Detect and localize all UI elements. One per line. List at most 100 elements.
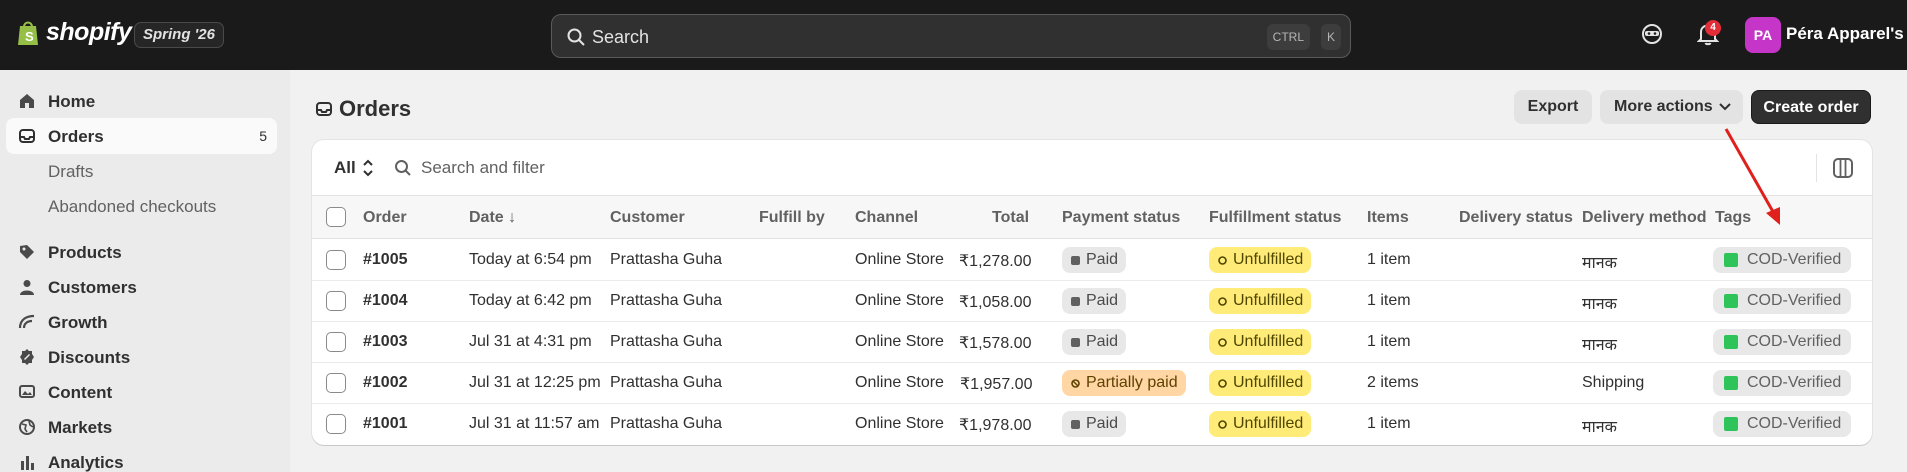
unfulfilled-ring-icon: [1218, 297, 1227, 306]
search-and-filter-input[interactable]: Search and filter: [421, 158, 545, 178]
search-placeholder: Search: [592, 27, 650, 47]
sidebar-item-content[interactable]: Content: [6, 374, 277, 410]
sidebar-item-label: Content: [48, 383, 113, 402]
orders-icon: [19, 129, 35, 143]
order-date: Jul 31 at 4:31 pm: [469, 333, 592, 350]
table-row[interactable]: #1002 Jul 31 at 12:25 pm Prattasha Guha …: [312, 363, 1872, 404]
unfulfilled-ring-icon: [1218, 420, 1227, 429]
payment-status-badge: Paid: [1062, 247, 1127, 273]
orders-table-card: All Search and filter Order Date ↓ Custo…: [312, 140, 1872, 445]
notification-count-badge: 4: [1705, 20, 1721, 36]
fulfillment-status-text: Unfulfilled: [1233, 251, 1304, 268]
table-row[interactable]: #1001 Jul 31 at 11:57 am Prattasha Guha …: [312, 404, 1872, 445]
analytics-icon: [21, 456, 34, 470]
column-channel[interactable]: Channel: [855, 209, 918, 227]
sidebar-item-orders[interactable]: Orders 5: [6, 118, 277, 154]
delivery-method: मानक: [1582, 255, 1617, 272]
row-checkbox[interactable]: [326, 373, 346, 393]
sidebar-item-products[interactable]: Products: [6, 234, 277, 270]
sort-updown-icon[interactable]: [362, 158, 374, 178]
channel: Online Store: [855, 374, 944, 391]
sidebar-item-label: Markets: [48, 418, 113, 437]
order-date: Jul 31 at 11:57 am: [469, 415, 600, 432]
order-number[interactable]: #1004: [363, 292, 408, 310]
sidebar-item-home[interactable]: Home: [6, 83, 277, 119]
row-checkbox[interactable]: [326, 250, 346, 270]
payment-status-badge: Paid: [1062, 288, 1127, 314]
sidebar-item-abandoned-checkouts[interactable]: Abandoned checkouts: [6, 188, 277, 224]
row-checkbox[interactable]: [326, 291, 346, 311]
sidebar-item-customers[interactable]: Customers: [6, 269, 277, 305]
order-number[interactable]: #1001: [363, 415, 408, 433]
person-icon: [20, 280, 34, 295]
column-payment-status[interactable]: Payment status: [1062, 209, 1180, 227]
sidebar-item-label: Home: [48, 92, 96, 111]
column-total[interactable]: Total: [992, 209, 1029, 227]
order-total: ₹1,578.00: [959, 335, 1032, 352]
columns-icon[interactable]: [1832, 157, 1854, 179]
annotation-arrow: [1724, 128, 1780, 225]
shortcut-ctrl-key: CTRL: [1266, 24, 1310, 50]
tag-badge: COD-Verified: [1713, 329, 1852, 355]
payment-status-badge: Partially paid: [1062, 370, 1186, 396]
divider: [1816, 154, 1817, 182]
avatar[interactable]: PA: [1745, 17, 1781, 53]
paid-dot-icon: [1071, 297, 1080, 306]
sidebar-item-analytics[interactable]: Analytics: [6, 444, 277, 472]
fulfillment-status-badge: Unfulfilled: [1209, 411, 1312, 437]
row-checkbox[interactable]: [326, 332, 346, 352]
order-number[interactable]: #1003: [363, 333, 408, 351]
sidebar-item-markets[interactable]: Markets: [6, 409, 277, 445]
payment-status-text: Paid: [1086, 333, 1119, 350]
customer-name: Prattasha Guha: [610, 292, 723, 309]
order-number[interactable]: #1005: [363, 251, 408, 269]
customer-name: Prattasha Guha: [610, 374, 723, 391]
tag-badge: COD-Verified: [1713, 411, 1852, 437]
fulfillment-status-text: Unfulfilled: [1233, 333, 1304, 350]
export-button[interactable]: Export: [1514, 90, 1592, 124]
view-selector[interactable]: All: [334, 158, 356, 178]
sidebar-item-growth[interactable]: Growth: [6, 304, 277, 340]
tag-text: COD-Verified: [1747, 333, 1842, 350]
fulfillment-status-text: Unfulfilled: [1233, 292, 1304, 309]
tag-badge: COD-Verified: [1713, 370, 1852, 396]
column-delivery-status[interactable]: Delivery status: [1459, 209, 1573, 227]
column-items[interactable]: Items: [1367, 209, 1409, 227]
sidekick-icon[interactable]: [1640, 22, 1664, 46]
orders-icon: [316, 102, 332, 116]
shopify-logo[interactable]: S shopify: [16, 18, 132, 47]
chevron-down-icon: [1719, 103, 1731, 111]
create-order-button[interactable]: Create order: [1751, 90, 1871, 124]
select-all-checkbox[interactable]: [326, 207, 346, 227]
store-name[interactable]: Péra Apparel's: [1786, 24, 1904, 44]
sidebar-item-label: Orders: [48, 127, 104, 146]
globe-icon: [19, 419, 35, 435]
item-count: 1 item: [1367, 333, 1411, 350]
column-order[interactable]: Order: [363, 209, 407, 227]
customer-name: Prattasha Guha: [610, 415, 723, 432]
table-row[interactable]: #1003 Jul 31 at 4:31 pm Prattasha Guha O…: [312, 322, 1872, 363]
partially-paid-icon: [1071, 379, 1080, 388]
more-actions-button[interactable]: More actions: [1600, 90, 1743, 124]
item-count: 2 items: [1367, 374, 1419, 391]
row-checkbox[interactable]: [326, 414, 346, 434]
column-fulfillment-status[interactable]: Fulfillment status: [1209, 209, 1341, 227]
sidebar-item-discounts[interactable]: Discounts: [6, 339, 277, 375]
table-row[interactable]: #1005 Today at 6:54 pm Prattasha Guha On…: [312, 240, 1872, 281]
shortcut-k-key: K: [1320, 24, 1341, 50]
shopify-bag-icon: S: [18, 21, 38, 45]
global-search-input[interactable]: Search CTRL K: [551, 14, 1351, 58]
discount-icon: [20, 349, 34, 365]
column-fulfill-by[interactable]: Fulfill by: [759, 209, 825, 227]
page-title-text: Orders: [339, 96, 412, 121]
table-row[interactable]: #1004 Today at 6:42 pm Prattasha Guha On…: [312, 281, 1872, 322]
column-date[interactable]: Date ↓: [469, 209, 516, 227]
edition-badge[interactable]: Spring '26: [134, 22, 224, 48]
column-delivery-method[interactable]: Delivery method: [1582, 209, 1706, 227]
delivery-method: मानक: [1582, 419, 1617, 436]
tag-icon: [20, 245, 34, 259]
sidebar-item-drafts[interactable]: Drafts: [6, 153, 277, 189]
payment-status-badge: Paid: [1062, 329, 1127, 355]
column-customer[interactable]: Customer: [610, 209, 685, 227]
order-number[interactable]: #1002: [363, 374, 408, 392]
